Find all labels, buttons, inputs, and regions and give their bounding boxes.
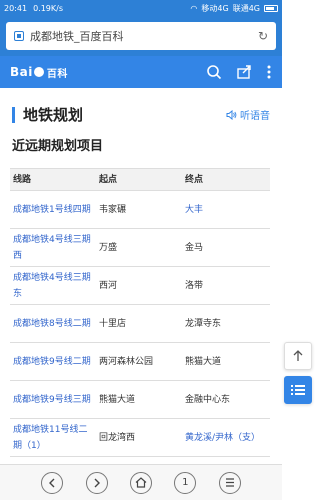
back-to-top-button[interactable]	[284, 342, 312, 370]
site-icon	[14, 31, 24, 41]
section-accent-bar	[12, 106, 15, 123]
chevron-right-icon	[94, 478, 100, 487]
status-right: ◠ 移动4G 联通4G	[190, 3, 278, 14]
baidu-logo[interactable]: Bai 百科	[10, 65, 68, 80]
end-cell: 洛带	[182, 266, 270, 305]
table-row: 成都地铁9号线三期 熊猫大道 金融中心东	[10, 380, 270, 419]
line-link[interactable]: 成都地铁9号线二期	[10, 342, 96, 381]
listen-label: 听语音	[240, 111, 270, 122]
plan-table: 线路 起点 终点 成都地铁1号线四期 韦家碾 大丰 成都地铁4号线三期西 万盛 …	[10, 168, 270, 457]
catalog-button[interactable]	[284, 376, 312, 404]
line-link[interactable]: 成都地铁11号线二期（1）	[10, 418, 96, 457]
battery-icon	[264, 4, 278, 12]
table-row: 成都地铁9号线二期 两河森林公园 熊猫大道	[10, 342, 270, 381]
start-cell: 万盛	[96, 228, 182, 267]
home-icon	[135, 477, 147, 488]
start-cell: 熊猫大道	[96, 380, 182, 419]
arrow-up-icon	[293, 350, 303, 361]
end-link[interactable]: 黄龙溪/尹林（支）	[182, 418, 270, 457]
tab-count: 1	[182, 477, 189, 488]
logo-pedia: 百科	[46, 68, 68, 80]
status-time: 20:41	[4, 3, 28, 13]
network-1: 移动4G	[201, 3, 229, 13]
tabs-button[interactable]: 1	[174, 471, 197, 494]
network-2: 联通4G	[232, 3, 260, 13]
header-end: 终点	[182, 168, 270, 191]
end-cell: 金马	[182, 228, 270, 267]
list-icon	[291, 385, 305, 395]
header-icons	[206, 64, 272, 80]
chevron-left-icon	[49, 478, 55, 487]
table-row: 成都地铁11号线二期（1） 回龙湾西 黄龙溪/尹林（支）	[10, 418, 270, 457]
table-row: 成都地铁8号线二期 十里店 龙潭寺东	[10, 304, 270, 343]
start-cell: 回龙湾西	[96, 418, 182, 457]
line-link[interactable]: 成都地铁4号线三期东	[10, 266, 96, 305]
forward-button[interactable]	[85, 471, 108, 494]
back-button[interactable]	[41, 471, 64, 494]
status-speed: 0.19K/s	[33, 3, 63, 13]
subsection-title: 近远期规划项目	[12, 139, 104, 154]
menu-button[interactable]	[218, 471, 241, 494]
table-header-row: 线路 起点 终点	[10, 168, 270, 191]
paw-icon	[33, 67, 44, 77]
article-content: 地铁规划 听语音 近远期规划项目 线路 起点 终点 成都地铁1号线四期 韦家碾 …	[0, 88, 282, 464]
line-link[interactable]: 成都地铁8号线二期	[10, 304, 96, 343]
home-button[interactable]	[129, 471, 152, 494]
end-cell: 熊猫大道	[182, 342, 270, 381]
url-title[interactable]: 成都地铁_百度百科	[30, 28, 258, 44]
baike-header: Bai 百科	[0, 56, 282, 88]
share-icon[interactable]	[236, 64, 252, 80]
table-row: 成都地铁1号线四期 韦家碾 大丰	[10, 190, 270, 229]
listen-button[interactable]: 听语音	[226, 107, 270, 122]
line-link[interactable]: 成都地铁1号线四期	[10, 190, 96, 229]
wifi-icon: ◠	[190, 3, 198, 13]
end-cell: 金融中心东	[182, 380, 270, 419]
line-link[interactable]: 成都地铁9号线三期	[10, 380, 96, 419]
start-cell: 两河森林公园	[96, 342, 182, 381]
browser-header: 成都地铁_百度百科 ↻	[0, 16, 282, 56]
end-link[interactable]: 大丰	[182, 190, 270, 229]
start-cell: 西河	[96, 266, 182, 305]
logo-text: Bai	[10, 65, 33, 79]
table-row: 成都地铁4号线三期西 万盛 金马	[10, 228, 270, 267]
url-bar[interactable]: 成都地铁_百度百科 ↻	[6, 22, 276, 50]
table-row: 成都地铁4号线三期东 西河 洛带	[10, 266, 270, 305]
reload-icon[interactable]: ↻	[258, 29, 268, 43]
search-icon[interactable]	[206, 64, 222, 80]
browser-bottom-bar: 1	[0, 464, 282, 500]
speaker-icon	[226, 109, 237, 120]
start-cell: 韦家碾	[96, 190, 182, 229]
header-start: 起点	[96, 168, 182, 191]
start-cell: 十里店	[96, 304, 182, 343]
status-bar: 20:41 0.19K/s ◠ 移动4G 联通4G	[0, 0, 282, 16]
section-title: 地铁规划	[23, 106, 84, 124]
section-header: 地铁规划 听语音	[0, 88, 282, 131]
end-cell: 龙潭寺东	[182, 304, 270, 343]
header-line: 线路	[10, 168, 96, 191]
line-link[interactable]: 成都地铁4号线三期西	[10, 228, 96, 267]
menu-icon	[225, 478, 234, 487]
more-icon[interactable]	[266, 64, 272, 80]
